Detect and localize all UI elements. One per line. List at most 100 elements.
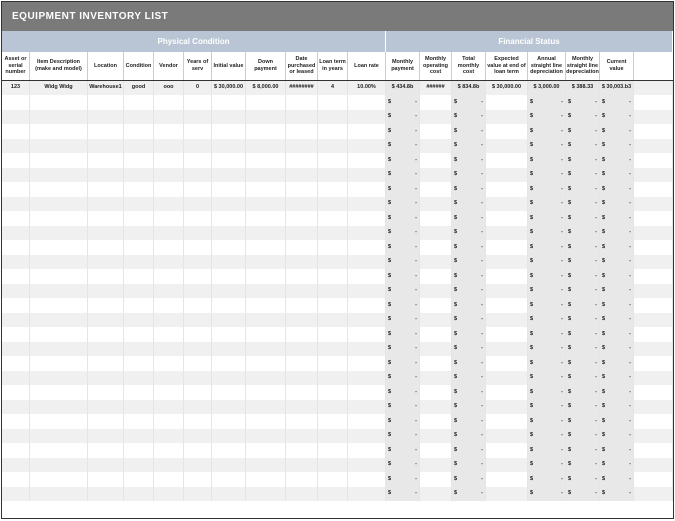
cell: $ 30,000.00 (486, 81, 528, 96)
cell (286, 313, 318, 328)
cell: $ 434.8b (386, 81, 420, 96)
cell (486, 313, 528, 328)
cell (246, 487, 286, 502)
cell (286, 356, 318, 371)
cell (420, 211, 452, 226)
cell (486, 371, 528, 386)
cell: 0 (184, 81, 212, 96)
cell: $- (452, 182, 486, 197)
cell (318, 356, 348, 371)
cell: $- (600, 124, 634, 139)
cell (348, 385, 386, 400)
cell: $- (386, 95, 420, 110)
cell: $- (386, 429, 420, 444)
cell (634, 168, 673, 183)
cell (486, 95, 528, 110)
cell (286, 487, 318, 502)
cell (318, 414, 348, 429)
table-row: $-$-$-$-$- (2, 429, 673, 444)
cell (348, 400, 386, 415)
cell: $ 3,000.00 (528, 81, 566, 96)
cell (184, 414, 212, 429)
cell (348, 95, 386, 110)
cell (212, 139, 246, 154)
cell (318, 255, 348, 270)
cell: $- (600, 182, 634, 197)
col-header-11: Monthly payment (386, 52, 420, 80)
table-row: $-$-$-$-$- (2, 356, 673, 371)
cell (486, 487, 528, 502)
table-row: $-$-$-$-$- (2, 197, 673, 212)
col-header-16: Monthly straight line depreciation (566, 52, 600, 80)
cell (184, 400, 212, 415)
cell (486, 255, 528, 270)
cell (124, 458, 154, 473)
cell (420, 226, 452, 241)
cell: $- (386, 124, 420, 139)
cell: 10.00% (348, 81, 386, 96)
cell: $- (566, 110, 600, 125)
cell (184, 153, 212, 168)
cell (2, 298, 30, 313)
cell: $- (386, 487, 420, 502)
cell (124, 414, 154, 429)
cell (154, 429, 184, 444)
col-header-1: Item Description (make and model) (30, 52, 88, 80)
cell: $- (566, 472, 600, 487)
cell (246, 269, 286, 284)
cell (2, 269, 30, 284)
cell (420, 371, 452, 386)
cell (634, 298, 673, 313)
cell (184, 371, 212, 386)
cell: $- (386, 342, 420, 357)
cell (318, 110, 348, 125)
cell (184, 139, 212, 154)
cell (2, 385, 30, 400)
cell: $- (600, 168, 634, 183)
cell (2, 124, 30, 139)
cell (348, 414, 386, 429)
cell: $- (452, 472, 486, 487)
cell: $- (600, 226, 634, 241)
cell (318, 487, 348, 502)
cell (286, 284, 318, 299)
cell (30, 400, 88, 415)
cell (30, 284, 88, 299)
cell (634, 255, 673, 270)
cell (30, 255, 88, 270)
cell (30, 153, 88, 168)
cell (30, 95, 88, 110)
cell (212, 400, 246, 415)
cell (634, 269, 673, 284)
cell: $- (528, 313, 566, 328)
cell (286, 342, 318, 357)
cell: $- (528, 153, 566, 168)
cell (30, 414, 88, 429)
cell (634, 458, 673, 473)
cell: $- (452, 284, 486, 299)
col-header-4: Vendor (154, 52, 184, 80)
col-header-6: Initial value (212, 52, 246, 80)
cell: $- (528, 342, 566, 357)
cell (184, 443, 212, 458)
cell (2, 429, 30, 444)
cell (124, 211, 154, 226)
cell: $- (528, 168, 566, 183)
cell (124, 298, 154, 313)
cell (348, 240, 386, 255)
cell (184, 255, 212, 270)
cell (634, 124, 673, 139)
cell (246, 284, 286, 299)
cell: $- (566, 269, 600, 284)
cell (420, 124, 452, 139)
cell (184, 110, 212, 125)
cell: $- (566, 153, 600, 168)
cell: $- (452, 487, 486, 502)
cell: $- (452, 240, 486, 255)
table-row: $-$-$-$-$- (2, 371, 673, 386)
cell (184, 168, 212, 183)
cell (154, 226, 184, 241)
cell (420, 182, 452, 197)
cell: $- (386, 443, 420, 458)
cell (154, 313, 184, 328)
